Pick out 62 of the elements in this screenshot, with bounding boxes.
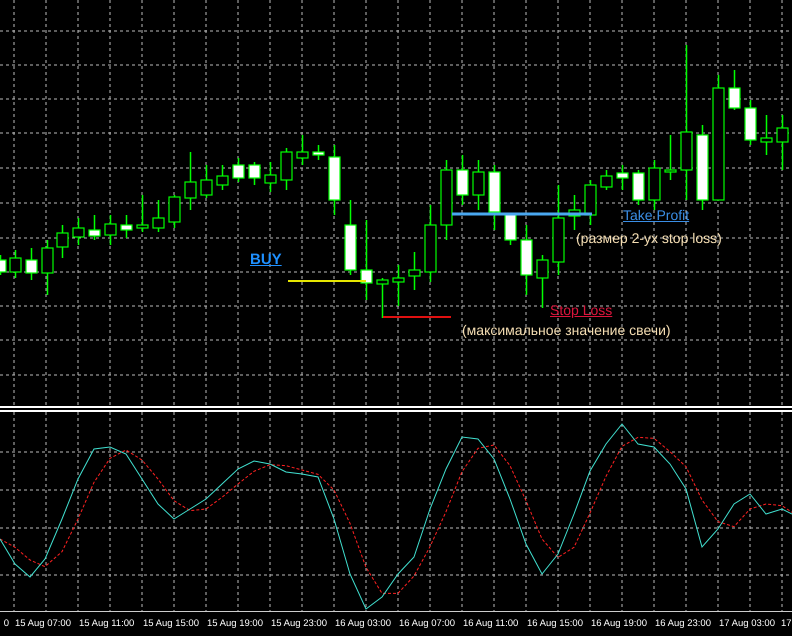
- stop-loss-label: Stop Loss: [550, 303, 612, 317]
- time-axis-label: 15 Aug 23:00: [270, 618, 328, 629]
- candlestick: [408, 252, 421, 290]
- take-profit-label: Take Profit: [623, 208, 690, 222]
- candlestick: [584, 180, 597, 225]
- time-axis-label: 17: [780, 618, 792, 629]
- candlestick: [472, 160, 485, 210]
- time-axis-label: 15 Aug 19:00: [206, 618, 264, 629]
- candlestick: [296, 135, 309, 165]
- candlestick: [200, 165, 213, 198]
- candlestick: [728, 70, 741, 110]
- candlestick: [520, 225, 533, 295]
- candlestick: [568, 195, 581, 230]
- candlestick: [264, 162, 277, 192]
- time-axis-label: 15 Aug 15:00: [142, 618, 200, 629]
- candlestick: [184, 152, 197, 210]
- candlestick: [456, 155, 469, 205]
- candlestick: [104, 215, 117, 245]
- candlestick: [616, 165, 629, 190]
- candlestick: [0, 255, 7, 275]
- candlestick: [168, 195, 181, 228]
- candlestick: [376, 278, 389, 318]
- candlestick: [632, 170, 645, 205]
- candlestick: [504, 213, 517, 245]
- time-axis-label: 17 Aug 03:00: [718, 618, 776, 629]
- candlestick: [648, 160, 661, 210]
- stop-loss-line: [383, 316, 451, 318]
- candlestick: [248, 162, 261, 185]
- candlestick: [88, 215, 101, 240]
- time-axis-label: 16 Aug 23:00: [654, 618, 712, 629]
- candlestick: [136, 195, 149, 232]
- candlestick: [280, 148, 293, 190]
- candlestick: [600, 170, 613, 190]
- time-axis-label: 16 Aug 11:00: [462, 618, 520, 629]
- candlestick: [9, 250, 22, 278]
- candlestick: [216, 165, 229, 190]
- candlestick: [120, 215, 133, 238]
- candlestick: [536, 255, 549, 308]
- stop-loss-note: (максимальное значение свечи): [462, 323, 671, 337]
- time-axis-label: 16 Aug 19:00: [590, 618, 648, 629]
- candlestick: [744, 100, 757, 145]
- candlestick: [776, 115, 789, 170]
- candlestick: [760, 115, 773, 155]
- take-profit-note: (размер 2-ух stop loss): [576, 231, 722, 245]
- candlestick: [56, 225, 69, 258]
- candlestick: [312, 145, 325, 160]
- candlestick: [392, 265, 405, 306]
- candlestick: [41, 240, 54, 295]
- time-axis-label: 15 Aug 11:00: [78, 618, 136, 629]
- candlestick: [328, 145, 341, 215]
- time-axis-label: 15 Aug 07:00: [14, 618, 72, 629]
- time-axis-label: 0: [2, 618, 10, 629]
- time-axis-label: 16 Aug 07:00: [398, 618, 456, 629]
- candlestick: [152, 200, 165, 232]
- time-axis-label: 16 Aug 15:00: [526, 618, 584, 629]
- candlestick: [488, 165, 501, 230]
- candlestick: [72, 218, 85, 245]
- candlestick: [25, 248, 38, 280]
- time-axis-label: 16 Aug 03:00: [334, 618, 392, 629]
- buy-label: BUY: [250, 252, 282, 267]
- candlestick: [232, 158, 245, 182]
- candlestick: [664, 135, 677, 180]
